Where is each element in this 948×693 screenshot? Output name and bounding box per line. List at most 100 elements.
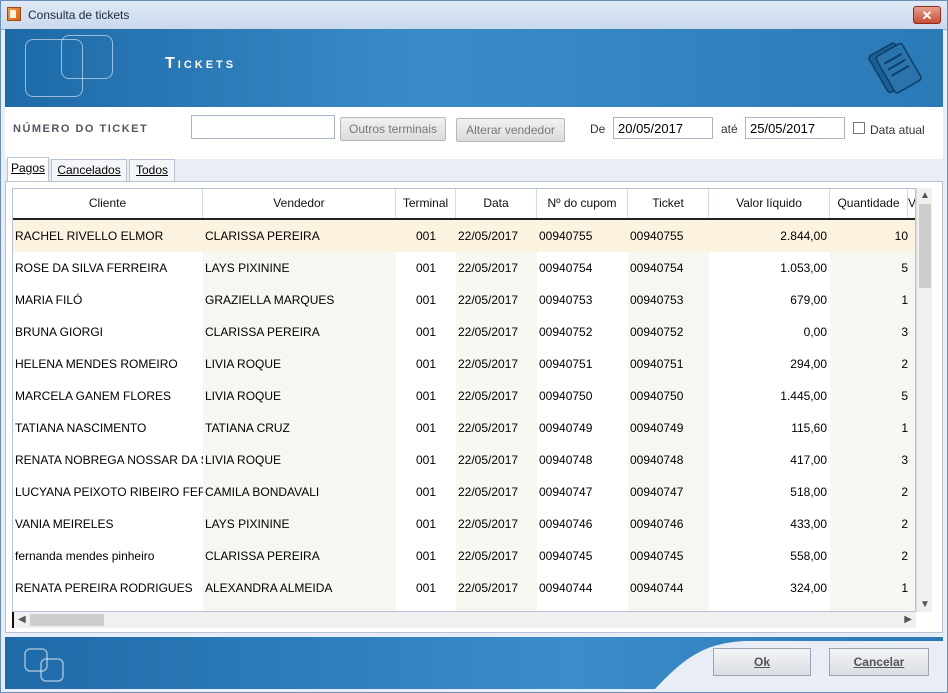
table-cell: RACHEL RIVELLO ELMOR — [15, 229, 164, 243]
table-cell: 3 — [901, 453, 908, 467]
table-cell: 22/05/2017 — [458, 581, 519, 595]
table-cell: 00940754 — [630, 261, 684, 275]
table-cell: 115,60 — [791, 421, 827, 435]
table-row[interactable]: RENATA PEREIRA RODRIGUES ALEXANDRA ALMEID… — [13, 572, 915, 604]
close-button[interactable]: ✕ — [913, 6, 941, 24]
table-cell: 1 — [901, 421, 908, 435]
table-cell: MARIA FILÓ — [15, 293, 83, 307]
table-row[interactable]: HELENA MENDES ROMEIRO LIVIA ROQUE 001 22/05… — [13, 348, 915, 380]
vertical-scroll-thumb[interactable] — [919, 204, 931, 288]
table-row[interactable]: BRUNA GIORGI CLARISSA PEREIRA 001 22/05/201… — [13, 316, 915, 348]
table-cell: 001 — [415, 325, 437, 339]
column-header[interactable]: Cliente — [13, 189, 203, 218]
table-cell: 001 — [415, 453, 437, 467]
scroll-right-icon[interactable]: ▶ — [904, 614, 912, 625]
table-cell: 001 — [415, 293, 437, 307]
table-cell: 00940749 — [630, 421, 684, 435]
table-cell: LAYS PIXININE — [205, 261, 290, 275]
table-row[interactable]: LUCYANA PEIXOTO RIBEIRO FERI CAMILA BONDA… — [13, 476, 915, 508]
alterar-vendedor-button[interactable]: Alterar vendedor — [456, 118, 565, 142]
table-cell: 5 — [901, 261, 908, 275]
scroll-left-icon[interactable]: ◀ — [18, 614, 26, 625]
table-row[interactable]: fernanda mendes pinheiro CLARISSA PEREIRA… — [13, 540, 915, 572]
header-banner: Tickets — [5, 29, 943, 107]
column-header[interactable]: Nº do cupom — [537, 189, 628, 218]
table-cell: 2 — [901, 549, 908, 563]
column-header[interactable]: Vendedor — [203, 189, 396, 218]
ticket-query-window: Consulta de tickets ✕ Tickets NÚMERO DO … — [0, 0, 948, 693]
table-cell: CLARISSA PEREIRA — [205, 549, 320, 563]
table-cell: 00940745 — [630, 549, 684, 563]
table-cell: 00940752 — [539, 325, 593, 339]
tab-pagos[interactable]: Pagos — [7, 157, 49, 183]
outros-terminais-button[interactable]: Outros terminais — [340, 117, 446, 141]
column-header[interactable]: Ticket — [628, 189, 709, 218]
table-cell: 0,00 — [803, 325, 827, 339]
horizontal-scrollbar[interactable]: ◀ ▶ — [12, 612, 916, 628]
table-cell: 00940751 — [539, 357, 593, 371]
table-row[interactable]: MARCELA GANEM FLORES LIVIA ROQUE 001 22/05/… — [13, 380, 915, 412]
table-row[interactable]: TATIANA NASCIMENTO TATIANA CRUZ 001 22/05/2… — [13, 412, 915, 444]
table-cell: LIVIA ROQUE — [205, 453, 282, 467]
table-cell: 294,00 — [790, 357, 827, 371]
ok-button[interactable]: Ok — [713, 648, 811, 676]
table-cell: 001 — [415, 357, 437, 371]
table-row[interactable]: VANIA MEIRELES LAYS PIXININE 001 22/05/2017… — [13, 508, 915, 540]
table-cell: LUCYANA PEIXOTO RIBEIRO FERI — [15, 485, 203, 499]
table-cell: CLARISSA PEREIRA — [205, 229, 320, 243]
table-row[interactable]: RACHEL RIVELLO ELMOR CLARISSA PEREIRA 001 2… — [13, 220, 915, 252]
tab-todos[interactable]: Todos — [129, 159, 175, 181]
vertical-scrollbar[interactable]: ▲ ▼ — [916, 188, 932, 612]
table-cell: LAYS PIXININE — [205, 517, 290, 531]
scroll-up-icon[interactable]: ▲ — [920, 190, 930, 201]
table-cell: LIVIA ROQUE — [205, 357, 282, 371]
column-header[interactable]: V — [908, 189, 915, 218]
table-cell: 417,00 — [790, 453, 827, 467]
horizontal-scroll-thumb[interactable] — [30, 614, 104, 626]
table-cell: 001 — [415, 517, 437, 531]
ticket-number-input[interactable] — [191, 115, 335, 139]
table-cell: 1 — [901, 581, 908, 595]
grid-frame: Cliente Vendedor Terminal Data Nº do cupom Ti… — [5, 181, 943, 633]
column-header[interactable]: Terminal — [396, 189, 456, 218]
ticket-number-label: NÚMERO DO TICKET — [13, 123, 149, 135]
date-to-label: até — [721, 122, 738, 136]
column-header[interactable]: Data — [456, 189, 537, 218]
table-cell: 001 — [415, 261, 437, 275]
tab-bar: Pagos Cancelados Todos — [5, 157, 943, 183]
table-cell: 10 — [894, 229, 908, 243]
table-cell: 22/05/2017 — [458, 421, 519, 435]
table-row[interactable]: RENATA NOBREGA NOSSAR DA S LIVIA ROQUE 001… — [13, 444, 915, 476]
table-cell: 00940752 — [630, 325, 684, 339]
table-cell: 2 — [901, 517, 908, 531]
date-from-input[interactable] — [613, 117, 713, 139]
tickets-grid[interactable]: Cliente Vendedor Terminal Data Nº do cupom Ti… — [12, 188, 916, 612]
table-cell: 00940744 — [539, 581, 593, 595]
data-atual-checkbox[interactable] — [853, 122, 865, 134]
table-cell: HELENA MENDES ROMEIRO — [15, 357, 178, 371]
table-cell: 1 — [901, 293, 908, 307]
table-cell: 22/05/2017 — [458, 325, 519, 339]
decorative-square — [61, 35, 113, 79]
scroll-down-icon[interactable]: ▼ — [920, 599, 930, 610]
cancel-button[interactable]: Cancelar — [829, 648, 929, 676]
table-cell: 00940749 — [539, 421, 593, 435]
column-header[interactable]: Valor líquido — [709, 189, 830, 218]
table-cell: 00940746 — [630, 517, 684, 531]
table-cell: 00940755 — [539, 229, 593, 243]
table-cell: 22/05/2017 — [458, 261, 519, 275]
table-cell: ROSE DA SILVA FERREIRA — [15, 261, 168, 275]
table-cell: 22/05/2017 — [458, 485, 519, 499]
table-cell: TATIANA NASCIMENTO — [15, 421, 147, 435]
filter-bar: NÚMERO DO TICKET Outros terminais Altera… — [5, 107, 943, 159]
table-row[interactable]: MARIA FILÓ GRAZIELLA MARQUES 001 22/05/2017… — [13, 284, 915, 316]
tab-cancelados[interactable]: Cancelados — [51, 159, 127, 181]
row-indicator — [12, 612, 14, 628]
column-header[interactable]: Quantidade — [830, 189, 908, 218]
date-to-input[interactable] — [745, 117, 845, 139]
table-cell: 00940753 — [539, 293, 593, 307]
table-cell: 1.445,00 — [780, 389, 827, 403]
tab-todos-label: Todos — [135, 163, 169, 177]
table-row[interactable]: ROSE DA SILVA FERREIRA LAYS PIXININE 001 22… — [13, 252, 915, 284]
tab-pagos-label: Pagos — [10, 161, 46, 175]
